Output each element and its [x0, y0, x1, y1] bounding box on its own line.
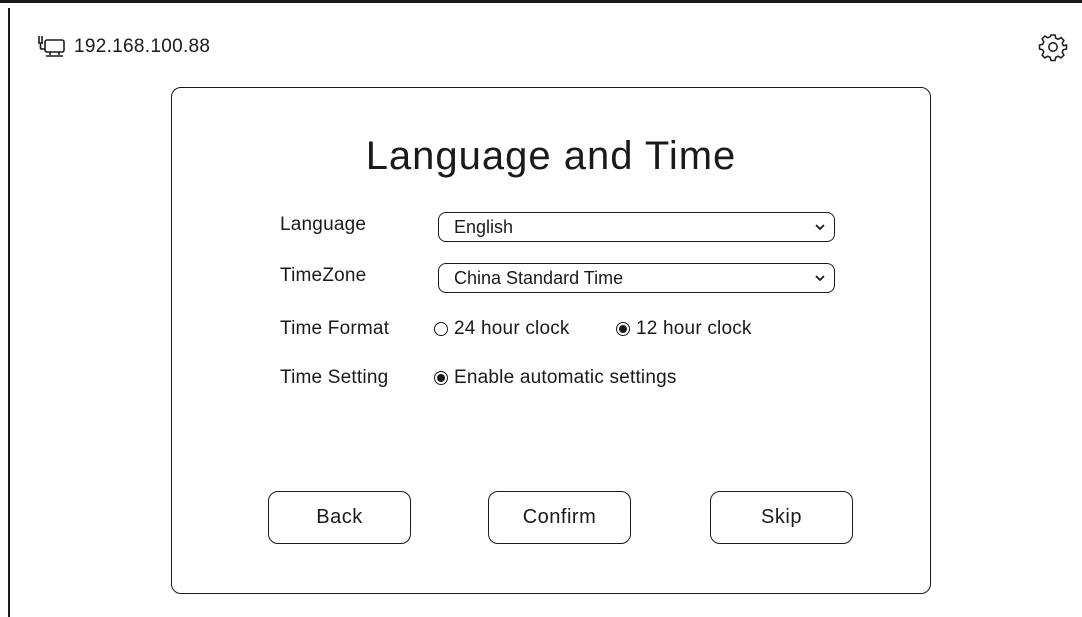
language-time-dialog: Language and Time Language English TimeZ…	[171, 87, 931, 594]
back-button[interactable]: Back	[268, 491, 411, 544]
time-setting-label: Time Setting	[280, 367, 389, 388]
network-status: 192.168.100.88	[36, 34, 210, 60]
radio-24-hour-clock[interactable]: 24 hour clock	[434, 318, 570, 340]
time-format-label: Time Format	[280, 318, 390, 339]
radio-12-hour-clock[interactable]: 12 hour clock	[616, 318, 752, 340]
timezone-select-value: China Standard Time	[454, 267, 624, 288]
language-select[interactable]: English	[438, 212, 835, 242]
frame-left-border	[8, 8, 10, 617]
wired-network-icon	[36, 34, 66, 60]
chevron-down-icon	[814, 273, 826, 283]
dialog-title: Language and Time	[365, 134, 737, 178]
radio-circle	[434, 322, 448, 336]
chevron-down-icon	[814, 222, 826, 232]
radio-label: Enable automatic settings	[454, 367, 677, 388]
ip-address: 192.168.100.88	[74, 36, 211, 57]
radio-enable-automatic-settings[interactable]: Enable automatic settings	[434, 367, 677, 389]
settings-button[interactable]	[1038, 32, 1068, 62]
frame-top-border	[0, 0, 1082, 3]
radio-circle	[434, 371, 448, 385]
language-select-value: English	[454, 216, 514, 237]
confirm-button[interactable]: Confirm	[488, 491, 631, 544]
screen: 192.168.100.88 Language and Time Languag…	[0, 0, 1082, 617]
radio-circle	[616, 322, 630, 336]
timezone-select[interactable]: China Standard Time	[438, 263, 835, 293]
timezone-label: TimeZone	[280, 265, 367, 286]
language-label: Language	[280, 214, 367, 235]
gear-icon	[1038, 34, 1068, 66]
skip-button[interactable]: Skip	[710, 491, 853, 544]
radio-label: 24 hour clock	[454, 318, 570, 339]
radio-label: 12 hour clock	[636, 318, 752, 339]
